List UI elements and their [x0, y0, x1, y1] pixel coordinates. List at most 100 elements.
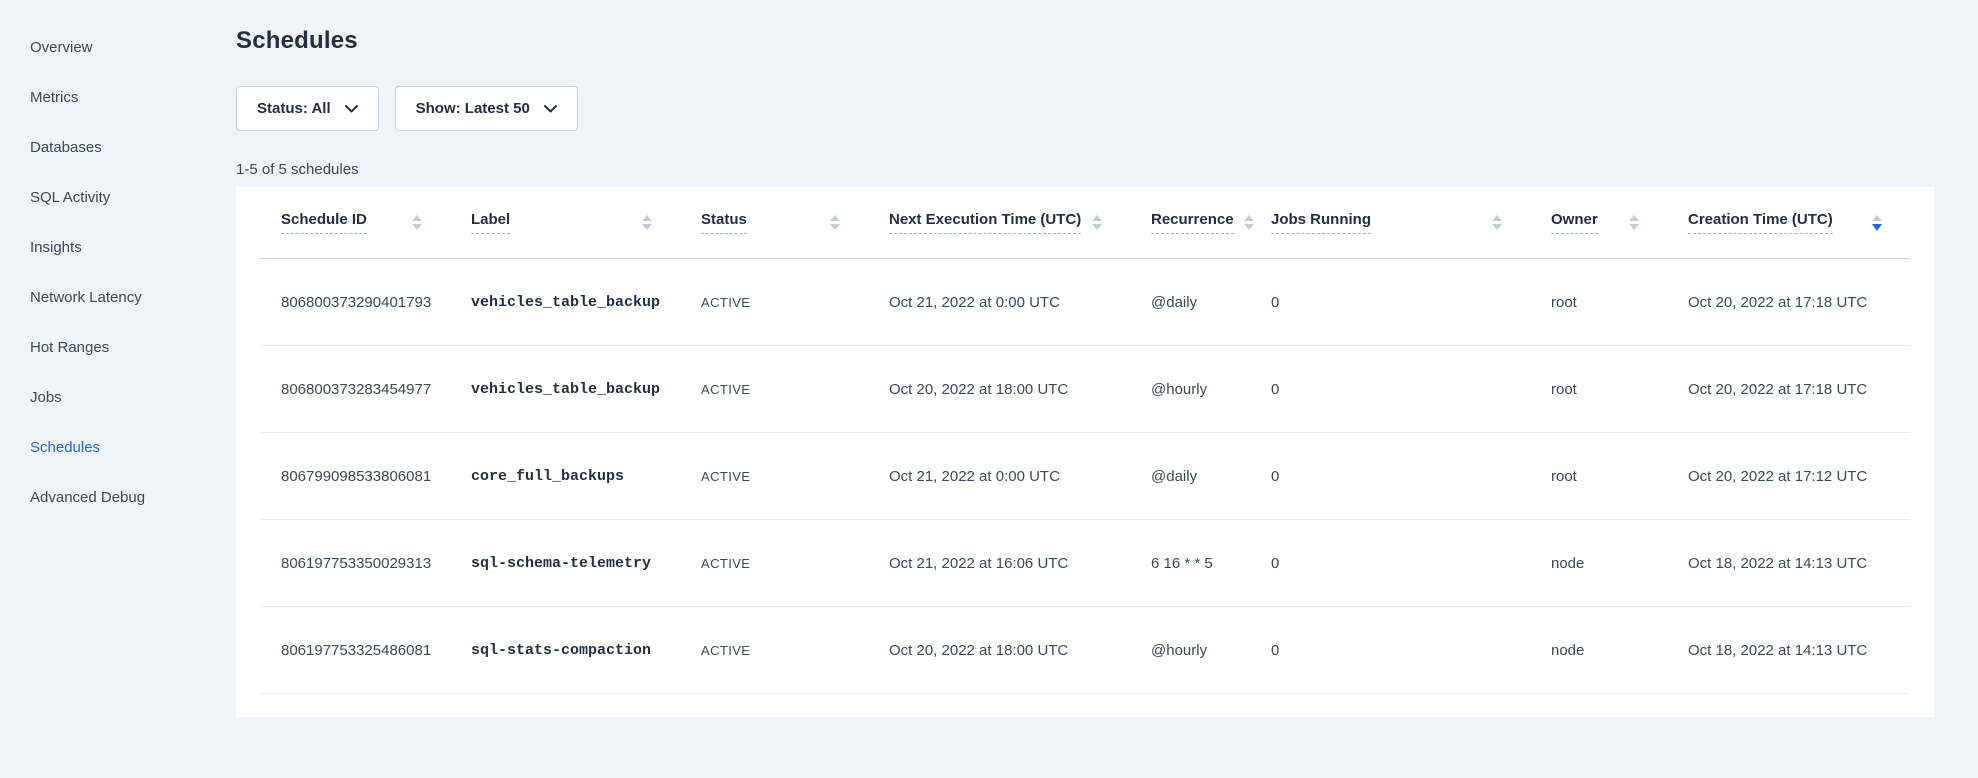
cell-owner: root [1530, 346, 1667, 432]
filters-bar: Status: All Show: Latest 50 [236, 86, 1978, 131]
sort-desc-arrow [830, 224, 840, 230]
chevron-down-icon [345, 105, 358, 113]
cell-schedule-id: 806799098533806081 [260, 433, 450, 519]
sort-arrows-icon[interactable] [1492, 215, 1502, 230]
show-filter-dropdown[interactable]: Show: Latest 50 [395, 86, 578, 131]
main-content: Schedules Status: All Show: Latest 50 1-… [236, 0, 1978, 717]
table-row: 806799098533806081 core_full_backups ACT… [260, 433, 1910, 520]
sidebar-item[interactable]: Insights [0, 222, 236, 272]
status-filter-label: Status: All [257, 100, 331, 117]
sidebar-nav-list: Overview Metrics Databases SQL Activity … [0, 22, 236, 522]
column-label: Recurrence [1151, 211, 1234, 234]
table-row: 806197753325486081 sql-stats-compaction … [260, 607, 1910, 694]
table-header-cell[interactable]: Label [450, 187, 680, 258]
sort-arrows-icon[interactable] [412, 215, 422, 230]
sort-arrows-icon[interactable] [642, 215, 652, 230]
table-row: 806197753350029313 sql-schema-telemetry … [260, 520, 1910, 607]
column-label: Schedule ID [281, 211, 367, 234]
column-label: Status [701, 211, 747, 234]
chevron-down-icon [544, 105, 557, 113]
cell-next-execution: Oct 20, 2022 at 18:00 UTC [868, 607, 1130, 693]
sidebar-item-label: SQL Activity [30, 189, 110, 206]
cell-schedule-id: 806800373290401793 [260, 259, 450, 345]
sort-desc-arrow [1492, 224, 1502, 230]
sidebar-item-label: Insights [30, 239, 82, 256]
table-header-cell[interactable]: Owner [1530, 187, 1667, 258]
cell-owner: root [1530, 433, 1667, 519]
sort-asc-arrow [642, 215, 652, 221]
sidebar-item[interactable]: Network Latency [0, 272, 236, 322]
cell-creation-time: Oct 20, 2022 at 17:18 UTC [1667, 346, 1910, 432]
table-header-cell[interactable]: Status [680, 187, 868, 258]
sort-desc-arrow [412, 224, 422, 230]
cell-schedule-id: 806197753350029313 [260, 520, 450, 606]
column-label: Creation Time (UTC) [1688, 211, 1833, 234]
sidebar-item[interactable]: SQL Activity [0, 172, 236, 222]
sort-asc-arrow [1629, 215, 1639, 221]
sort-asc-arrow [830, 215, 840, 221]
column-label: Jobs Running [1271, 211, 1371, 234]
status-filter-dropdown[interactable]: Status: All [236, 86, 379, 131]
cell-recurrence: @daily [1130, 433, 1250, 519]
sort-asc-arrow [412, 215, 422, 221]
sidebar-item-label: Network Latency [30, 289, 142, 306]
table-header-cell[interactable]: Creation Time (UTC) [1667, 187, 1910, 258]
sidebar-item[interactable]: Hot Ranges [0, 322, 236, 372]
table-header-row: Schedule ID Label Status [260, 187, 1910, 259]
cell-status: ACTIVE [680, 607, 868, 693]
show-filter-label: Show: Latest 50 [416, 100, 530, 117]
cell-status: ACTIVE [680, 346, 868, 432]
cell-jobs-running: 0 [1250, 520, 1530, 606]
cell-next-execution: Oct 21, 2022 at 16:06 UTC [868, 520, 1130, 606]
results-count: 1-5 of 5 schedules [236, 161, 1978, 178]
cell-owner: root [1530, 259, 1667, 345]
cell-recurrence: @hourly [1130, 346, 1250, 432]
sort-asc-arrow [1092, 215, 1102, 221]
sidebar: Overview Metrics Databases SQL Activity … [0, 0, 236, 522]
sidebar-item[interactable]: Schedules [0, 422, 236, 472]
column-label: Next Execution Time (UTC) [889, 211, 1081, 234]
sort-arrows-icon[interactable] [830, 215, 840, 230]
sort-arrows-icon[interactable] [1872, 215, 1882, 231]
table-row: 806800373283454977 vehicles_table_backup… [260, 346, 1910, 433]
column-label: Owner [1551, 211, 1598, 234]
sidebar-item[interactable]: Jobs [0, 372, 236, 422]
cell-label: vehicles_table_backup [450, 259, 680, 345]
cell-creation-time: Oct 20, 2022 at 17:12 UTC [1667, 433, 1910, 519]
sort-desc-arrow [642, 224, 652, 230]
sidebar-item-label: Overview [30, 39, 93, 56]
sidebar-item[interactable]: Advanced Debug [0, 472, 236, 522]
column-label: Label [471, 211, 510, 234]
sort-desc-arrow [1629, 224, 1639, 230]
cell-schedule-id: 806197753325486081 [260, 607, 450, 693]
cell-next-execution: Oct 21, 2022 at 0:00 UTC [868, 259, 1130, 345]
table-header-cell[interactable]: Next Execution Time (UTC) [868, 187, 1130, 258]
sort-arrows-icon[interactable] [1092, 215, 1102, 230]
sort-desc-arrow [1872, 224, 1882, 231]
cell-label: sql-schema-telemetry [450, 520, 680, 606]
sort-asc-arrow [1492, 215, 1502, 221]
cell-label: vehicles_table_backup [450, 346, 680, 432]
cell-status: ACTIVE [680, 520, 868, 606]
page-title: Schedules [236, 27, 1978, 55]
cell-creation-time: Oct 18, 2022 at 14:13 UTC [1667, 607, 1910, 693]
table-header-cell[interactable]: Recurrence [1130, 187, 1250, 258]
table-body: 806800373290401793 vehicles_table_backup… [236, 259, 1934, 694]
sidebar-item[interactable]: Metrics [0, 72, 236, 122]
table-header-cell[interactable]: Jobs Running [1250, 187, 1530, 258]
cell-label: sql-stats-compaction [450, 607, 680, 693]
sidebar-item-label: Databases [30, 139, 102, 156]
sort-desc-arrow [1092, 224, 1102, 230]
sidebar-item[interactable]: Databases [0, 122, 236, 172]
cell-creation-time: Oct 20, 2022 at 17:18 UTC [1667, 259, 1910, 345]
sort-arrows-icon[interactable] [1629, 215, 1639, 230]
table-header-cell[interactable]: Schedule ID [260, 187, 450, 258]
sidebar-item-label: Schedules [30, 439, 100, 456]
cell-owner: node [1530, 607, 1667, 693]
cell-jobs-running: 0 [1250, 259, 1530, 345]
cell-next-execution: Oct 21, 2022 at 0:00 UTC [868, 433, 1130, 519]
sidebar-item[interactable]: Overview [0, 22, 236, 72]
cell-jobs-running: 0 [1250, 433, 1530, 519]
cell-recurrence: 6 16 * * 5 [1130, 520, 1250, 606]
cell-status: ACTIVE [680, 433, 868, 519]
